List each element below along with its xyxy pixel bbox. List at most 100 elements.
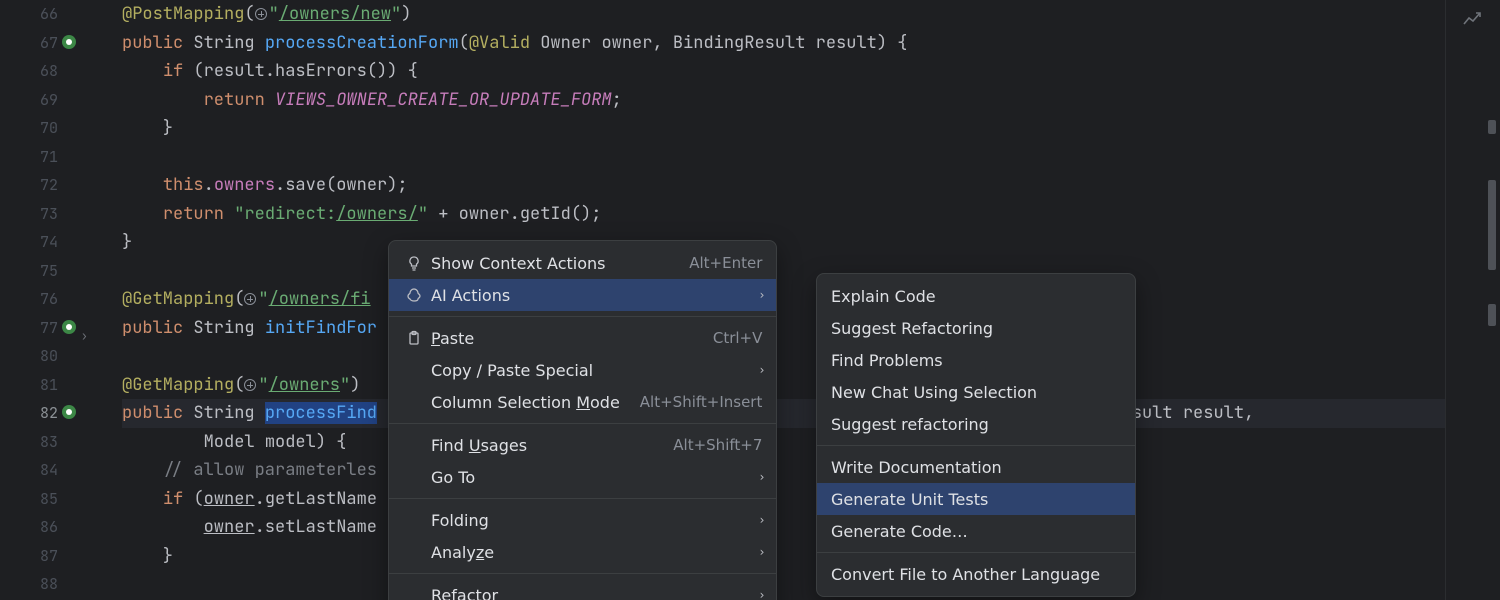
line-gutter: 666768697071727374757677›808182838485868… [0, 0, 80, 600]
menu-shortcut: Ctrl+V [713, 329, 763, 347]
minimap-marker[interactable] [1488, 304, 1496, 326]
menu-item-label: Generate Code… [831, 522, 1121, 541]
menu-item-label: Find Problems [831, 351, 1121, 370]
menu-item-suggest-refactoring[interactable]: Suggest Refactoring [817, 312, 1135, 344]
menu-item-find-usages[interactable]: Find UsagesAlt+Shift+7 [389, 429, 776, 461]
menu-shortcut: Alt+Enter [689, 254, 762, 272]
code-line[interactable]: return "redirect:/owners/" + owner.getId… [122, 200, 1500, 229]
line-number: 88 [0, 570, 58, 599]
line-number: 72 [0, 171, 58, 200]
code-line[interactable]: } [122, 114, 1500, 143]
line-number: 80 [0, 342, 58, 371]
code-line[interactable]: public String initFindFor [122, 314, 1500, 343]
line-number: 77› [0, 314, 58, 343]
chevron-right-icon: › [760, 588, 765, 600]
menu-separator [817, 552, 1135, 553]
menu-item-generate-code[interactable]: Generate Code… [817, 515, 1135, 547]
menu-item-label: Write Documentation [831, 458, 1121, 477]
menu-item-find-problems[interactable]: Find Problems [817, 344, 1135, 376]
menu-item-label: Analyze [431, 543, 762, 562]
code-line[interactable]: @GetMapping("/owners") [122, 371, 1500, 400]
menu-item-copy-paste-special[interactable]: Copy / Paste Special› [389, 354, 776, 386]
menu-item-label: Copy / Paste Special [431, 361, 762, 380]
ai-actions-submenu: Explain Code Suggest Refactoring Find Prob… [816, 273, 1136, 597]
chevron-right-icon: › [760, 288, 765, 302]
run-gutter-icon[interactable] [62, 35, 76, 49]
line-number: 85 [0, 485, 58, 514]
code-line[interactable] [122, 143, 1500, 172]
menu-item-show-context-actions[interactable]: Show Context Actions Alt+Enter [389, 247, 776, 279]
line-number: 86 [0, 513, 58, 542]
code-area[interactable]: @PostMapping("/owners/new")public String… [80, 0, 1500, 600]
menu-item-label: Folding [431, 511, 762, 530]
code-line[interactable]: } [122, 542, 1500, 571]
line-number: 67 [0, 29, 58, 58]
code-line[interactable]: return VIEWS_OWNER_CREATE_OR_UPDATE_FORM… [122, 86, 1500, 115]
clipboard-icon [403, 330, 425, 346]
menu-item-label: Show Context Actions [431, 254, 669, 273]
minimap-marker[interactable] [1488, 180, 1496, 270]
run-gutter-icon[interactable] [62, 320, 76, 334]
code-line[interactable]: @GetMapping("/owners/fi [122, 285, 1500, 314]
line-number: 69 [0, 86, 58, 115]
menu-item-label: Suggest Refactoring [831, 319, 1121, 338]
menu-separator [817, 445, 1135, 446]
menu-item-new-chat-using-selection[interactable]: New Chat Using Selection [817, 376, 1135, 408]
menu-item-suggest-refactoring[interactable]: Suggest refactoring [817, 408, 1135, 440]
menu-separator [389, 316, 776, 317]
minimap-marker[interactable] [1488, 120, 1496, 134]
line-number: 82 [0, 399, 58, 428]
menu-shortcut: Alt+Shift+Insert [640, 393, 763, 411]
code-line[interactable] [122, 342, 1500, 371]
code-line[interactable] [122, 570, 1500, 599]
line-number: 84 [0, 456, 58, 485]
line-number: 75 [0, 257, 58, 286]
menu-separator [389, 423, 776, 424]
menu-item-write-documentation[interactable]: Write Documentation [817, 451, 1135, 483]
menu-item-go-to[interactable]: Go To› [389, 461, 776, 493]
chevron-right-icon: › [760, 470, 765, 484]
menu-item-convert-file-to-another-language[interactable]: Convert File to Another Language [817, 558, 1135, 590]
menu-item-label: Find Usages [431, 436, 653, 455]
line-number: 66 [0, 0, 58, 29]
menu-item-label: Paste [431, 329, 693, 348]
menu-item-refactor[interactable]: Refactor› [389, 579, 776, 600]
menu-item-generate-unit-tests[interactable]: Generate Unit Tests [817, 483, 1135, 515]
line-number: 76 [0, 285, 58, 314]
chevron-right-icon: › [760, 513, 765, 527]
menu-item-paste[interactable]: Paste Ctrl+V [389, 322, 776, 354]
code-line[interactable] [122, 257, 1500, 286]
code-line[interactable]: public String processCreationForm(@Valid… [122, 29, 1500, 58]
bulb-icon [403, 255, 425, 271]
chevron-right-icon: › [760, 545, 765, 559]
chevron-right-icon: › [760, 363, 765, 377]
menu-item-label: Convert File to Another Language [831, 565, 1121, 584]
code-line[interactable]: @PostMapping("/owners/new") [122, 0, 1500, 29]
line-number: 73 [0, 200, 58, 229]
menu-item-label: Explain Code [831, 287, 1121, 306]
line-number: 87 [0, 542, 58, 571]
code-line[interactable]: this.owners.save(owner); [122, 171, 1500, 200]
menu-item-analyze[interactable]: Analyze› [389, 536, 776, 568]
menu-item-ai-actions[interactable]: AI Actions› [389, 279, 776, 311]
code-line[interactable]: Model model) { [122, 428, 1500, 457]
menu-item-column-selection-mode[interactable]: Column Selection Mode Alt+Shift+Insert [389, 386, 776, 418]
line-number: 70 [0, 114, 58, 143]
menu-item-label: AI Actions [431, 286, 762, 305]
code-line[interactable]: owner.setLastName [122, 513, 1500, 542]
performance-icon[interactable] [1462, 10, 1484, 34]
run-gutter-icon[interactable] [62, 405, 76, 419]
menu-item-folding[interactable]: Folding› [389, 504, 776, 536]
code-line[interactable]: // allow parameterles [122, 456, 1500, 485]
code-line[interactable]: if (owner.getLastName [122, 485, 1500, 514]
scrollbar-minimap[interactable] [1445, 0, 1500, 600]
menu-item-label: Go To [431, 468, 762, 487]
context-menu: Show Context ActionsAlt+EnterAI Actions›… [388, 240, 777, 600]
menu-item-label: New Chat Using Selection [831, 383, 1121, 402]
line-number: 68 [0, 57, 58, 86]
menu-item-label: Column Selection Mode [431, 393, 620, 412]
code-line[interactable]: } [122, 228, 1500, 257]
code-line[interactable]: public String processFind sult result, [122, 399, 1500, 428]
code-line[interactable]: if (result.hasErrors()) { [122, 57, 1500, 86]
menu-item-explain-code[interactable]: Explain Code [817, 280, 1135, 312]
